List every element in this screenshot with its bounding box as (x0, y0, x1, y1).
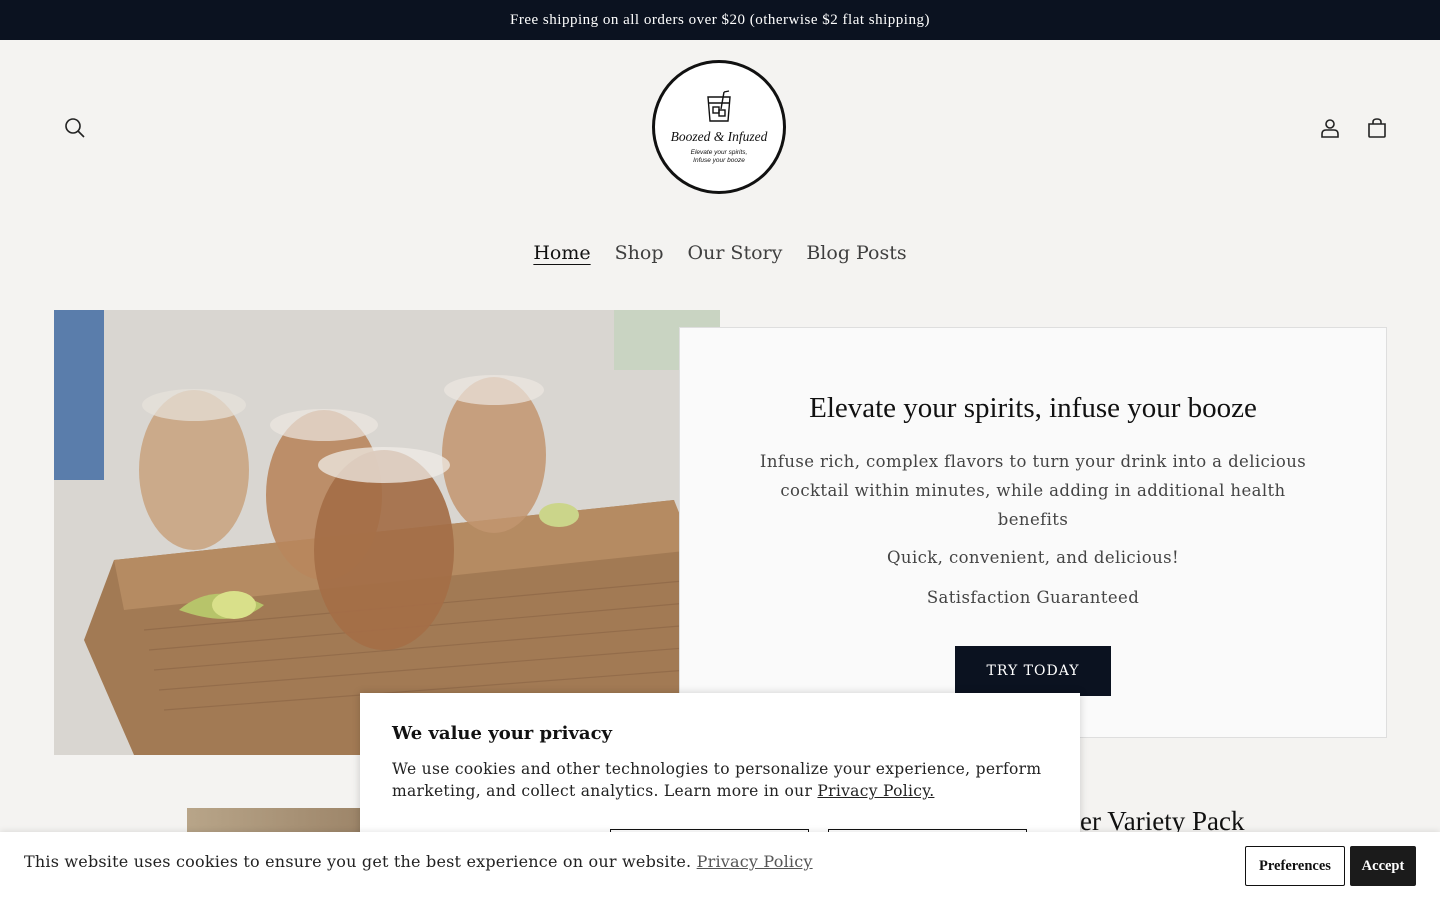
cookie-message: This website uses cookies to ensure you … (24, 852, 692, 871)
hero-description: Infuse rich, complex flavors to turn you… (759, 452, 1307, 529)
logo-tagline: Elevate your spirits, Infuse your booze (690, 149, 748, 164)
privacy-modal-body: We use cookies and other technologies to… (392, 758, 1048, 802)
cookie-bar-text: This website uses cookies to ensure you … (24, 852, 813, 871)
hero-card: Elevate your spirits, infuse your booze … (679, 327, 1387, 738)
accept-button[interactable]: Accept (1350, 846, 1416, 886)
account-button[interactable] (1310, 108, 1350, 148)
nav-item-our-story[interactable]: Our Story (676, 238, 795, 268)
nav-item-blog-posts[interactable]: Blog Posts (794, 238, 918, 268)
hero-subtext-2: Satisfaction Guaranteed (926, 588, 1140, 607)
try-today-button[interactable]: TRY TODAY (954, 646, 1112, 696)
announcement-bar: Free shipping on all orders over $20 (ot… (0, 0, 1440, 40)
announcement-text: Free shipping on all orders over $20 (ot… (510, 11, 930, 28)
user-icon (1321, 119, 1339, 138)
main-nav: Home Shop Our Story Blog Posts (0, 238, 1440, 268)
hero-subtext-1: Quick, convenient, and delicious! (887, 548, 1179, 567)
hero-title: Elevate your spirits, infuse your booze (809, 392, 1257, 424)
cookie-bar: This website uses cookies to ensure you … (0, 832, 1440, 900)
nav-item-shop[interactable]: Shop (603, 238, 676, 268)
cocktails-on-board-illustration (54, 310, 720, 755)
search-icon (65, 118, 85, 138)
privacy-modal-text: We use cookies and other technologies to… (392, 760, 1042, 800)
preferences-button[interactable]: Preferences (1245, 846, 1345, 886)
cookie-privacy-link[interactable]: Privacy Policy (697, 852, 813, 871)
search-button[interactable] (55, 108, 95, 148)
hero-image (54, 310, 720, 755)
privacy-modal-title: We value your privacy (392, 723, 612, 744)
nav-item-home[interactable]: Home (521, 238, 602, 268)
logo-name: Boozed & Infuzed (670, 129, 768, 144)
site-logo[interactable]: Boozed & Infuzed Elevate your spirits, I… (652, 60, 786, 194)
cart-icon (1368, 118, 1386, 138)
cart-button[interactable] (1357, 108, 1397, 148)
cocktail-glass-icon (707, 90, 731, 122)
privacy-policy-link[interactable]: Privacy Policy. (817, 782, 934, 800)
